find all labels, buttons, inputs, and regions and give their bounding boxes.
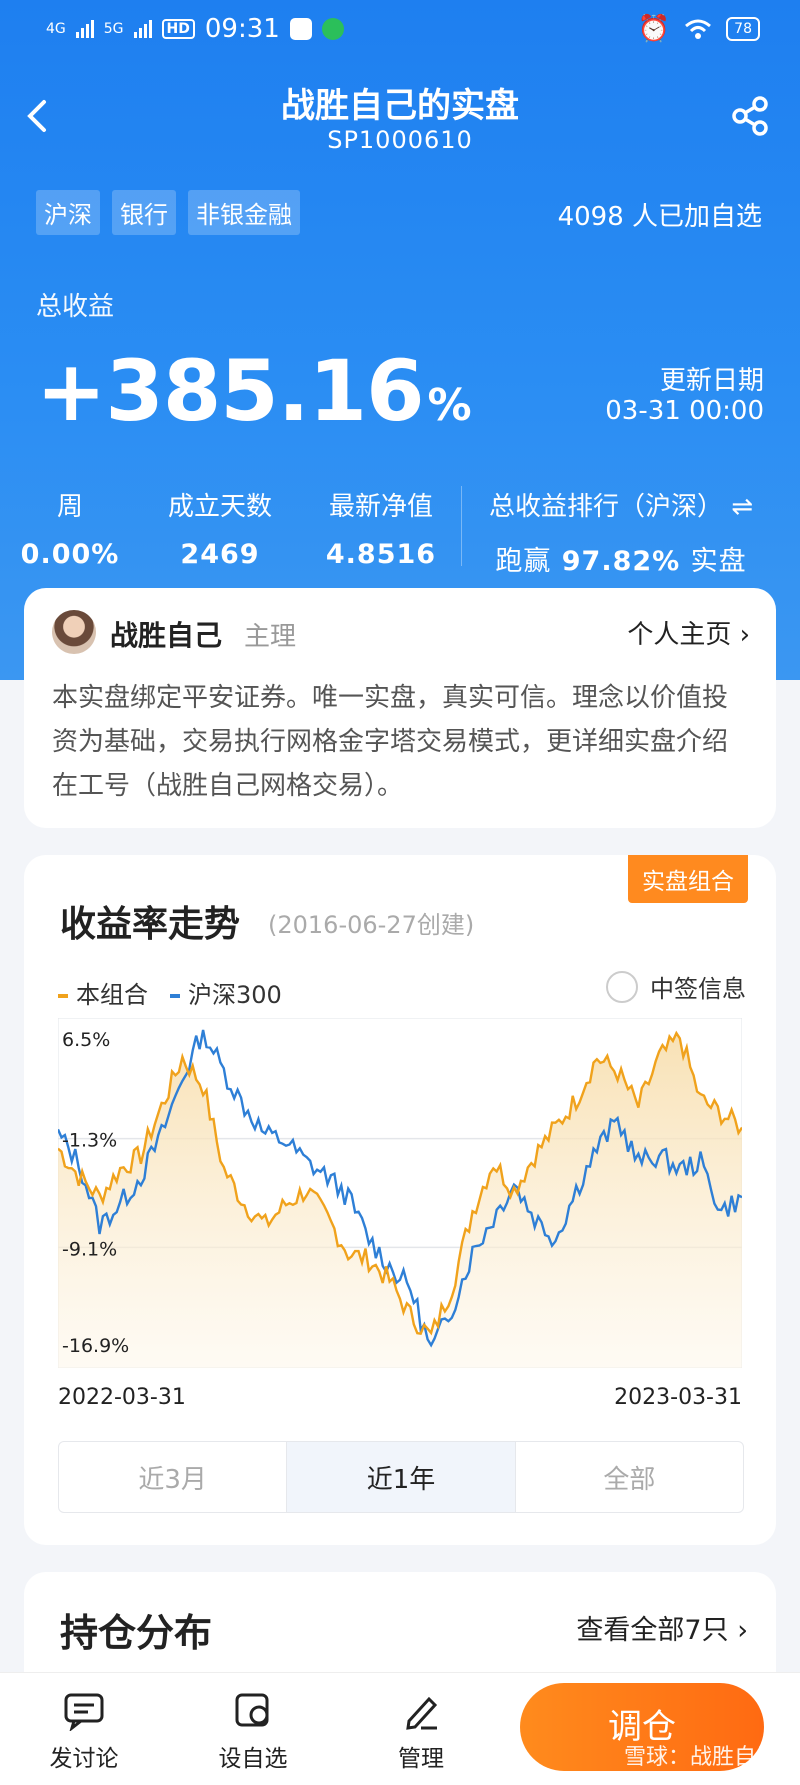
industry-tags: 沪深 银行 非银金融: [36, 190, 300, 235]
x-axis-start: 2022-03-31: [58, 1385, 186, 1410]
total-return-unit: %: [427, 380, 472, 431]
rank-suffix: 实盘: [690, 546, 747, 577]
xueqiu-watermark: 雪球：战胜自己: [623, 1745, 778, 1770]
legend-portfolio-swatch: [58, 994, 68, 998]
chevron-right-icon: ›: [737, 1615, 748, 1646]
network-4g-indicator: 4G: [46, 21, 66, 37]
view-all-holdings-label: 查看全部7只: [576, 1615, 729, 1646]
stat-nav: 最新净值 4.8516: [314, 486, 448, 570]
clock: 09:31: [204, 14, 280, 44]
discuss-button[interactable]: 发讨论: [24, 1691, 144, 1773]
homepage-link-label: 个人主页: [627, 620, 732, 650]
legend-portfolio: 本组合: [58, 975, 148, 1010]
portfolio-code: SP1000610: [327, 126, 473, 154]
stat-week-label: 周: [56, 492, 83, 522]
return-chart[interactable]: 6.5% -1.3% -9.1% -16.9%: [58, 1018, 742, 1368]
chevron-right-icon: ›: [739, 620, 750, 650]
stat-days: 成立天数 2469: [155, 486, 285, 570]
performance-chart-card: 实盘组合 收益率走势 (2016-06-27创建) 本组合 沪深300 中签信息…: [24, 855, 776, 1545]
manager-role: 主理: [244, 622, 297, 652]
y-tick-label: -1.3%: [62, 1130, 117, 1152]
y-tick-label: 6.5%: [62, 1029, 110, 1051]
total-return-label: 总收益: [36, 292, 115, 322]
page-title: 战胜自己的实盘: [281, 86, 519, 126]
chat-icon: [64, 1693, 104, 1733]
rank-label: 总收益排行（沪深） ⇌: [466, 486, 776, 523]
update-date-label: 更新日期: [659, 366, 764, 396]
stat-week-value: 0.00%: [20, 539, 120, 570]
share-button[interactable]: [728, 94, 772, 138]
stats-divider: [461, 486, 462, 566]
rank-prefix: 跑赢: [495, 546, 552, 577]
y-tick-label: -9.1%: [62, 1238, 117, 1260]
rank-stat[interactable]: 总收益排行（沪深） ⇌ 跑赢 97.82% 实盘: [466, 486, 776, 578]
wifi-icon: [685, 19, 712, 39]
share-icon: [732, 96, 768, 136]
stat-nav-value: 4.8516: [325, 539, 437, 570]
followers-count: 4098 人已加自选: [557, 202, 762, 232]
legend-index-label: 沪深300: [188, 981, 282, 1009]
header-section: 4G 5G HD 09:31 ⏰ 78 战胜自己的实盘 SP1000610 沪深…: [0, 0, 800, 680]
total-return-value: +385.16%: [36, 342, 472, 440]
chart-legend: 本组合 沪深300: [58, 975, 282, 1010]
holdings-title: 持仓分布: [60, 1611, 213, 1655]
hd-indicator: HD: [161, 19, 195, 39]
add-watchlist-button[interactable]: 设自选: [193, 1691, 313, 1773]
view-all-holdings-link[interactable]: 查看全部7只 ›: [576, 1608, 748, 1647]
signal-info-label: 中签信息: [650, 975, 746, 1003]
watch-label: 设自选: [218, 1746, 288, 1772]
portfolio-description: 本实盘绑定平安证券。唯一实盘，真实可信。理念以价值投资为基础，交易执行网格金字塔…: [52, 683, 729, 801]
bottom-action-bar: 发讨论 设自选 管理 调仓 雪球：战胜自己: [0, 1672, 800, 1785]
tag-bank[interactable]: 银行: [112, 190, 176, 235]
legend-portfolio-label: 本组合: [76, 981, 148, 1009]
stat-week: 周 0.00%: [20, 486, 120, 570]
chart-created-date: (2016-06-27创建): [268, 911, 475, 939]
signal-info-toggle[interactable]: 中签信息: [606, 969, 746, 1004]
range-1y[interactable]: 近1年: [287, 1442, 516, 1512]
discuss-label: 发讨论: [49, 1746, 119, 1772]
signal-icon: [75, 20, 94, 38]
battery-indicator: 78: [726, 17, 760, 41]
rank-label-text: 总收益排行（沪深）: [488, 492, 723, 522]
tag-market[interactable]: 沪深: [36, 190, 100, 235]
x-axis-end: 2023-03-31: [614, 1385, 742, 1410]
network-5g-indicator: 5G: [103, 21, 124, 37]
watchlist-icon: [235, 1693, 269, 1727]
range-selector: 近3月 近1年 全部: [58, 1441, 744, 1513]
swap-icon: ⇌: [731, 492, 754, 522]
pen-icon: [406, 1696, 438, 1730]
signal-icon: [133, 20, 152, 38]
chart-title: 收益率走势: [60, 904, 241, 945]
manager-name[interactable]: 战胜自己: [110, 614, 222, 654]
status-bar: 4G 5G HD 09:31 ⏰ 78: [0, 14, 800, 54]
legend-index: 沪深300: [170, 975, 282, 1010]
manage-label: 管理: [398, 1746, 444, 1772]
legend-index-swatch: [170, 994, 180, 998]
stat-nav-label: 最新净值: [328, 492, 433, 522]
rank-value: 跑赢 97.82% 实盘: [466, 539, 776, 578]
tag-nonbank-finance[interactable]: 非银金融: [188, 190, 300, 235]
range-all[interactable]: 全部: [516, 1442, 743, 1512]
wechat-notification-icon: [321, 18, 344, 40]
live-portfolio-badge: 实盘组合: [628, 855, 748, 903]
alarm-icon: ⏰: [637, 14, 671, 44]
y-tick-label: -16.9%: [62, 1335, 129, 1357]
rank-percent: 97.82%: [561, 546, 681, 577]
avatar[interactable]: [52, 610, 96, 654]
app-notification-icon: [289, 18, 312, 40]
homepage-link[interactable]: 个人主页 ›: [627, 614, 750, 651]
manage-button[interactable]: 管理: [361, 1691, 481, 1773]
range-3m[interactable]: 近3月: [59, 1442, 288, 1512]
stat-days-label: 成立天数: [167, 492, 272, 522]
manager-card: 战胜自己 主理 个人主页 › 本实盘绑定平安证券。唯一实盘，真实可信。理念以价值…: [24, 588, 776, 828]
update-date-value: 03-31 00:00: [605, 396, 764, 426]
total-return-number: +385.16: [36, 342, 425, 440]
radio-icon: [606, 970, 638, 1003]
stat-days-value: 2469: [180, 539, 260, 570]
